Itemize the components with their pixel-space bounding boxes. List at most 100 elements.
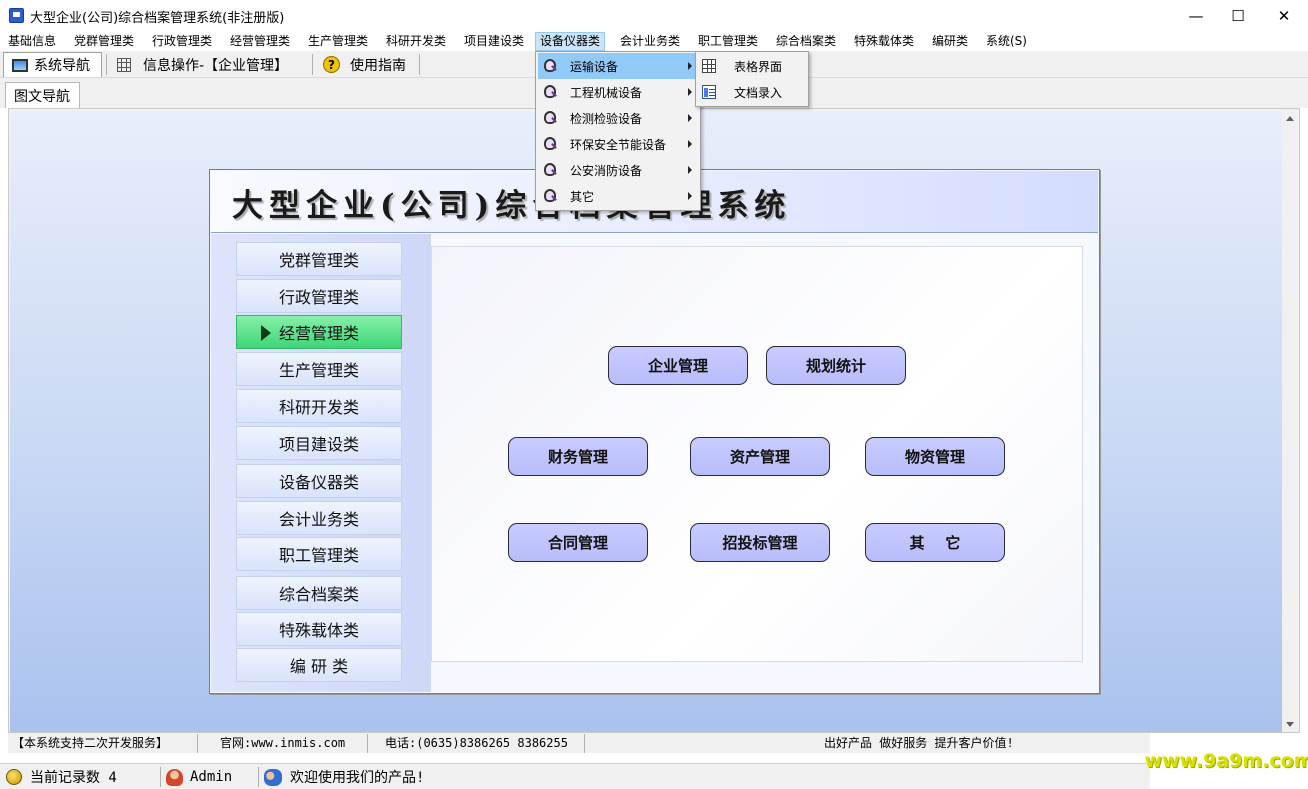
window-title: 大型企业(公司)综合档案管理系统(非注册版) [30, 11, 285, 26]
welcome-text: 欢迎使用我们的产品! [290, 770, 425, 786]
menu-party[interactable]: 党群管理类 [70, 32, 138, 51]
menu-testing-label: 检测检验设备 [570, 111, 643, 126]
menu-other-label: 其它 [570, 189, 595, 204]
menu-engineering-label: 工程机械设备 [570, 85, 643, 100]
user-guide-label: 使用指南 [350, 57, 406, 74]
app-icon [9, 8, 24, 23]
phone-text: 电话:(0635)8386265 8386255 [385, 734, 585, 753]
minimize-button[interactable]: — [1173, 0, 1219, 31]
record-count-text: 当前记录数 4 [30, 770, 117, 786]
scroll-down-arrow-icon[interactable] [1286, 722, 1294, 727]
equipment-icon [542, 136, 558, 152]
nav-accounting[interactable]: 会计业务类 [236, 501, 402, 535]
menu-fire-equipment[interactable]: 公安消防设备 [538, 157, 698, 183]
menu-compile[interactable]: 编研类 [928, 32, 972, 51]
nav-production[interactable]: 生产管理类 [236, 352, 402, 386]
menu-environmental-label: 环保安全节能设备 [570, 137, 667, 152]
panel-title: 大型企业(公司)综合档案管理系统 [232, 188, 792, 224]
nav-research[interactable]: 科研开发类 [236, 389, 402, 423]
menu-environmental-equipment[interactable]: 环保安全节能设备 [538, 131, 698, 157]
title-bar: 大型企业(公司)综合档案管理系统(非注册版) — ☐ ✕ [0, 0, 1308, 31]
nav-compile[interactable]: 编 研 类 [236, 648, 402, 682]
nav-business[interactable]: 经营管理类 [236, 315, 402, 349]
menu-bar: 基础信息 党群管理类 行政管理类 经营管理类 生产管理类 科研开发类 项目建设类… [0, 31, 1308, 51]
module-planning-stats[interactable]: 规划统计 [766, 346, 906, 385]
transport-submenu: 表格界面 文档录入 [695, 51, 809, 107]
equipment-icon [542, 188, 558, 204]
menu-equipment[interactable]: 设备仪器类 [535, 32, 606, 51]
grid-icon [117, 57, 131, 72]
nav-party[interactable]: 党群管理类 [236, 242, 402, 276]
nav-project[interactable]: 项目建设类 [236, 426, 402, 460]
selected-arrow-icon [261, 325, 271, 341]
vertical-scrollbar[interactable] [1282, 111, 1299, 732]
nav-staff[interactable]: 职工管理类 [236, 537, 402, 571]
nav-general-archive[interactable]: 综合档案类 [236, 576, 402, 610]
menu-testing-equipment[interactable]: 检测检验设备 [538, 105, 698, 131]
module-materials[interactable]: 物资管理 [865, 437, 1005, 476]
system-nav-tab[interactable]: 系统导航 [3, 52, 102, 77]
status-divider [258, 767, 259, 787]
nav-equipment[interactable]: 设备仪器类 [236, 464, 402, 498]
menu-special-media[interactable]: 特殊载体类 [850, 32, 918, 51]
menu-admin[interactable]: 行政管理类 [148, 32, 216, 51]
scroll-up-arrow-icon[interactable] [1286, 116, 1294, 121]
user-guide-tab[interactable]: ? 使用指南 [313, 52, 417, 77]
current-user: Admin [162, 767, 232, 787]
help-icon: ? [323, 56, 340, 73]
equipment-icon [542, 110, 558, 126]
module-other[interactable]: 其 它 [865, 523, 1005, 562]
submenu-arrow-icon [688, 140, 692, 148]
info-operation-tab[interactable]: 信息操作-【企业管理】 [109, 52, 307, 77]
system-nav-label: 系统导航 [34, 58, 90, 74]
nav-special-media[interactable]: 特殊载体类 [236, 612, 402, 646]
slogan-text: 出好产品 做好服务 提升客户价值! [824, 736, 1014, 750]
info-bar: 【本系统支持二次开发服务】 官网:www.inmis.com 电话:(0635)… [8, 733, 1150, 753]
module-contracts[interactable]: 合同管理 [508, 523, 648, 562]
toolbar-divider [419, 54, 420, 75]
menu-project[interactable]: 项目建设类 [460, 32, 528, 51]
nav-business-label: 经营管理类 [278, 324, 359, 343]
menu-other-equipment[interactable]: 其它 [538, 183, 698, 209]
menu-production[interactable]: 生产管理类 [304, 32, 372, 51]
menu-business[interactable]: 经营管理类 [226, 32, 294, 51]
menu-general-archive[interactable]: 综合档案类 [772, 32, 840, 51]
tab-graphic-nav[interactable]: 图文导航 [5, 82, 80, 108]
document-icon [702, 85, 716, 99]
menu-transport-equipment[interactable]: 运输设备 [538, 53, 698, 79]
menu-staff[interactable]: 职工管理类 [694, 32, 762, 51]
menu-document-entry-label: 文档录入 [734, 85, 783, 100]
module-enterprise-mgmt[interactable]: 企业管理 [608, 346, 748, 385]
submenu-arrow-icon [688, 114, 692, 122]
welcome-message: 欢迎使用我们的产品! [260, 767, 424, 787]
equipment-dropdown: 运输设备 工程机械设备 检测检验设备 环保安全节能设备 公安消防设备 其它 [535, 51, 701, 211]
menu-basic-info[interactable]: 基础信息 [4, 32, 60, 51]
close-button[interactable]: ✕ [1261, 0, 1307, 31]
website-text: 官网:www.inmis.com [220, 734, 368, 753]
record-icon [6, 769, 22, 785]
maximize-button[interactable]: ☐ [1215, 0, 1261, 31]
nav-admin[interactable]: 行政管理类 [236, 279, 402, 313]
menu-document-entry[interactable]: 文档录入 [698, 79, 806, 105]
menu-accounting[interactable]: 会计业务类 [616, 32, 684, 51]
equipment-icon [542, 84, 558, 100]
status-divider [160, 767, 161, 787]
module-finance[interactable]: 财务管理 [508, 437, 648, 476]
module-assets[interactable]: 资产管理 [690, 437, 830, 476]
watermark: www.9a9m.com [1144, 733, 1308, 789]
module-bidding[interactable]: 招投标管理 [690, 523, 830, 562]
menu-table-view[interactable]: 表格界面 [698, 53, 806, 79]
submenu-arrow-icon [688, 192, 692, 200]
menu-research[interactable]: 科研开发类 [382, 32, 450, 51]
submenu-arrow-icon [688, 88, 692, 96]
record-count: 当前记录数 4 [0, 767, 117, 787]
monitor-icon [12, 58, 28, 72]
table-icon [702, 59, 716, 73]
people-icon [264, 768, 282, 786]
menu-system[interactable]: 系统(S) [982, 32, 1031, 51]
submenu-arrow-icon [688, 62, 692, 70]
menu-table-view-label: 表格界面 [734, 59, 783, 74]
menu-engineering-machinery[interactable]: 工程机械设备 [538, 79, 698, 105]
toolbar-divider [106, 54, 107, 75]
equipment-icon [542, 162, 558, 178]
